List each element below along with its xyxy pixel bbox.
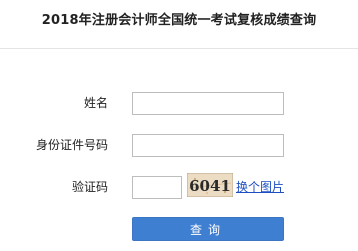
captcha-text: 6041 xyxy=(189,177,231,195)
captcha-image: 6041 xyxy=(187,173,233,197)
name-input[interactable] xyxy=(132,92,284,115)
id-number-label: 身份证件号码 xyxy=(35,138,108,152)
id-number-input[interactable] xyxy=(132,134,284,157)
page-header: 2018年注册会计师全国统一考试复核成绩查询 xyxy=(0,0,358,49)
name-label: 姓名 xyxy=(83,96,108,110)
refresh-captcha-link[interactable]: 换个图片 xyxy=(236,180,284,194)
submit-query-button[interactable]: 查询 xyxy=(132,217,284,241)
captcha-input[interactable] xyxy=(132,176,182,199)
captcha-label: 验证码 xyxy=(71,180,108,194)
page-title: 2018年注册会计师全国统一考试复核成绩查询 xyxy=(41,13,317,28)
